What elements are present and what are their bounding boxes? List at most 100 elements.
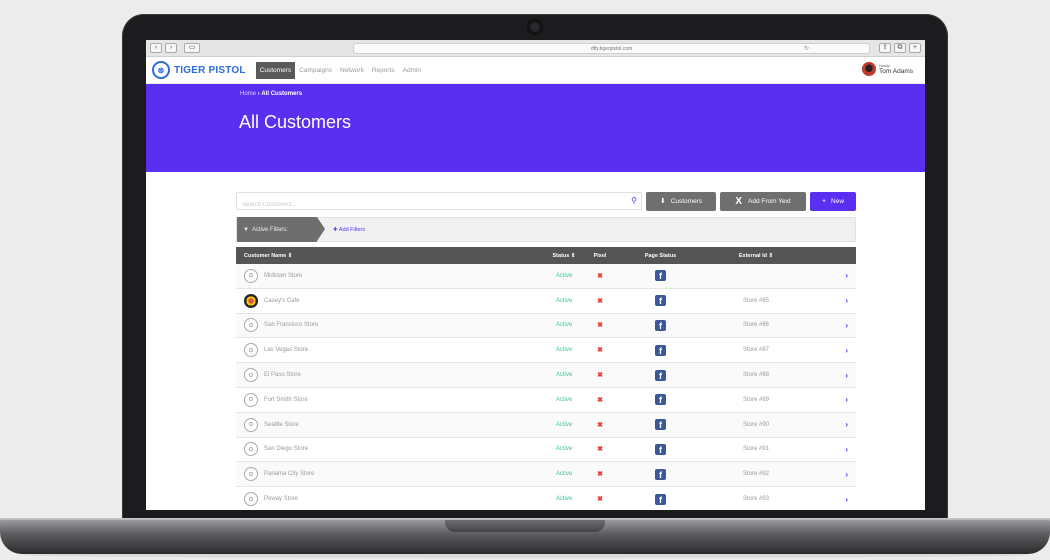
customer-name[interactable]: Midtown Store [264,273,302,279]
new-customer-button[interactable]: + New [810,191,856,211]
nav-network[interactable]: Network [336,62,368,79]
nav-reports[interactable]: Reports [368,62,399,79]
customer-name-cell: ⊙ Seattle Store [236,417,541,432]
table-row[interactable]: ⊙ Fort Smith Store Active ✖ f Store #89 › [236,388,856,413]
table-row[interactable]: ⊙ Poway Store Active ✖ f Store #93 › [236,487,856,510]
facebook-icon[interactable]: f [655,493,666,505]
table-row[interactable]: ⊙ Panama City Store Active ✖ f Store #92 › [236,462,856,488]
status-cell: Active [555,272,573,279]
customer-name[interactable]: Poway Store [264,496,298,502]
search-input[interactable] [237,197,641,213]
facebook-icon[interactable]: f [655,295,666,307]
status-cell: Active [555,297,573,304]
reload-icon[interactable]: ↻ [804,44,809,54]
page-status-cell: f [613,419,708,431]
active-filters-tag[interactable]: ▼ Active Filters: [237,217,325,242]
store-avatar-icon: ⊙ [244,318,258,333]
avatar[interactable] [862,62,877,76]
customer-name-cell: ⊙ Las Vegas Store [236,343,541,358]
facebook-icon[interactable]: f [655,419,666,431]
customer-name[interactable]: San Fransisco Store [264,322,318,328]
page-status-cell: f [613,270,708,282]
download-customers-button[interactable]: ⬇ Customers [646,191,716,211]
table-row[interactable]: ⊙ San Diego Store Active ✖ f Store #91 › [236,438,856,463]
chevron-right-icon[interactable]: › [845,346,848,355]
chevron-right-icon[interactable]: › [845,470,848,479]
search-icon[interactable]: ⚲ [631,196,637,205]
nav-customers[interactable]: Customers [255,61,296,79]
add-filter-plus-icon: ✚ [333,226,338,233]
customers-button-label: Customers [670,197,703,205]
table-row[interactable]: ⊙ El Paso Store Active ✖ f Store #88 › [236,363,856,388]
customer-name[interactable]: Seattle Store [264,422,299,428]
pixel-missing-icon: ✖ [597,396,603,404]
tiger-logo-icon[interactable]: ⊛ [152,61,170,79]
address-bar[interactable]: dtfy.tigerpistol.com ↻ [353,42,870,54]
chevron-right-icon[interactable]: › [845,495,848,504]
col-header-external-id[interactable]: External Id ⇕ [708,253,804,259]
customer-name[interactable]: Las Vegas Store [264,347,308,353]
forward-button[interactable]: › [165,43,177,53]
store-avatar-icon: ⊙ [244,368,258,383]
store-avatar-icon: ⊙ [244,467,258,482]
table-row[interactable]: ⊙ Las Vegas Store Active ✖ f Store #87 › [236,338,856,364]
table-body: ⊙ Midtown Store Active ✖ f › Casey's Cafe Activ… [236,264,856,510]
external-id-cell: Store #93 [742,496,770,503]
customer-name[interactable]: Casey's Cafe [264,298,300,304]
store-avatar-icon: ⊙ [244,268,258,283]
table-header: Customer Name ⇕ Status ⇕ Pixel Page Stat… [236,247,856,264]
pixel-missing-icon: ✖ [597,496,603,504]
add-filters-label: Add Filters [338,226,366,233]
col-header-status[interactable]: Status ⇕ [541,253,587,259]
table-row[interactable]: ⊙ Midtown Store Active ✖ f › [236,264,856,289]
customer-name[interactable]: Panama City Store [264,471,314,477]
nav-admin[interactable]: Admin [399,62,425,79]
chevron-right-icon[interactable]: › [845,445,848,454]
facebook-icon[interactable]: f [655,270,666,282]
facebook-icon[interactable]: f [655,394,666,406]
facebook-icon[interactable]: f [655,443,666,455]
facebook-icon[interactable]: f [655,319,666,331]
nav-campaigns[interactable]: Campaigns [295,62,336,79]
customer-name[interactable]: San Diego Store [264,446,308,452]
row-action-cell: › [804,395,856,404]
new-tab-icon[interactable]: + [909,43,921,53]
facebook-icon[interactable]: f [655,344,666,356]
status-cell: Active [555,372,573,379]
share-icon[interactable]: ⇧ [879,43,891,53]
add-from-yext-button[interactable]: X Add From Yext [720,191,806,211]
chevron-right-icon[interactable]: › [845,395,848,404]
customer-name-cell: ⊙ Midtown Store [236,268,541,283]
user-menu[interactable]: Howdy Tom Adams [862,62,913,76]
facebook-icon[interactable]: f [655,369,666,381]
chevron-right-icon[interactable]: › [845,271,848,280]
table-row[interactable]: ⊙ San Fransisco Store Active ✖ f Store #86 › [236,313,856,339]
col-header-name[interactable]: Customer Name ⇕ [236,253,541,259]
user-info: Howdy Tom Adams [879,63,913,75]
logo-text[interactable]: TIGER PISTOL [174,65,246,76]
sidebar-toggle-icon[interactable]: ▭ [184,43,200,53]
breadcrumb-home[interactable]: Home [240,91,256,97]
row-action-cell: › [804,470,856,479]
new-button-label: New [831,197,845,205]
chevron-right-icon[interactable]: › [845,371,848,380]
row-action-cell: › [804,296,856,305]
customer-name[interactable]: El Paso Store [264,372,301,378]
tabs-icon[interactable]: ⧉ [894,43,906,53]
external-id-cell: Store #91 [742,446,770,453]
customers-table: Customer Name ⇕ Status ⇕ Pixel Page Stat… [236,247,856,510]
pixel-missing-icon: ✖ [597,421,603,429]
table-row[interactable]: ⊙ Seattle Store Active ✖ f Store #90 › [236,412,856,438]
store-avatar-icon: ⊙ [244,492,258,507]
add-filters-link[interactable]: ✚ Add Filters [333,227,365,233]
row-action-cell: › [804,420,856,429]
table-row[interactable]: Casey's Cafe Active ✖ f Store #85 › [236,289,856,314]
external-id-cell: Store #85 [742,297,770,304]
chevron-right-icon[interactable]: › [845,296,848,305]
facebook-icon[interactable]: f [655,468,666,480]
back-button[interactable]: ‹ [150,43,162,53]
chevron-right-icon[interactable]: › [845,321,848,330]
customer-name[interactable]: Fort Smith Store [264,397,308,403]
page-status-cell: f [613,493,708,505]
chevron-right-icon[interactable]: › [845,420,848,429]
